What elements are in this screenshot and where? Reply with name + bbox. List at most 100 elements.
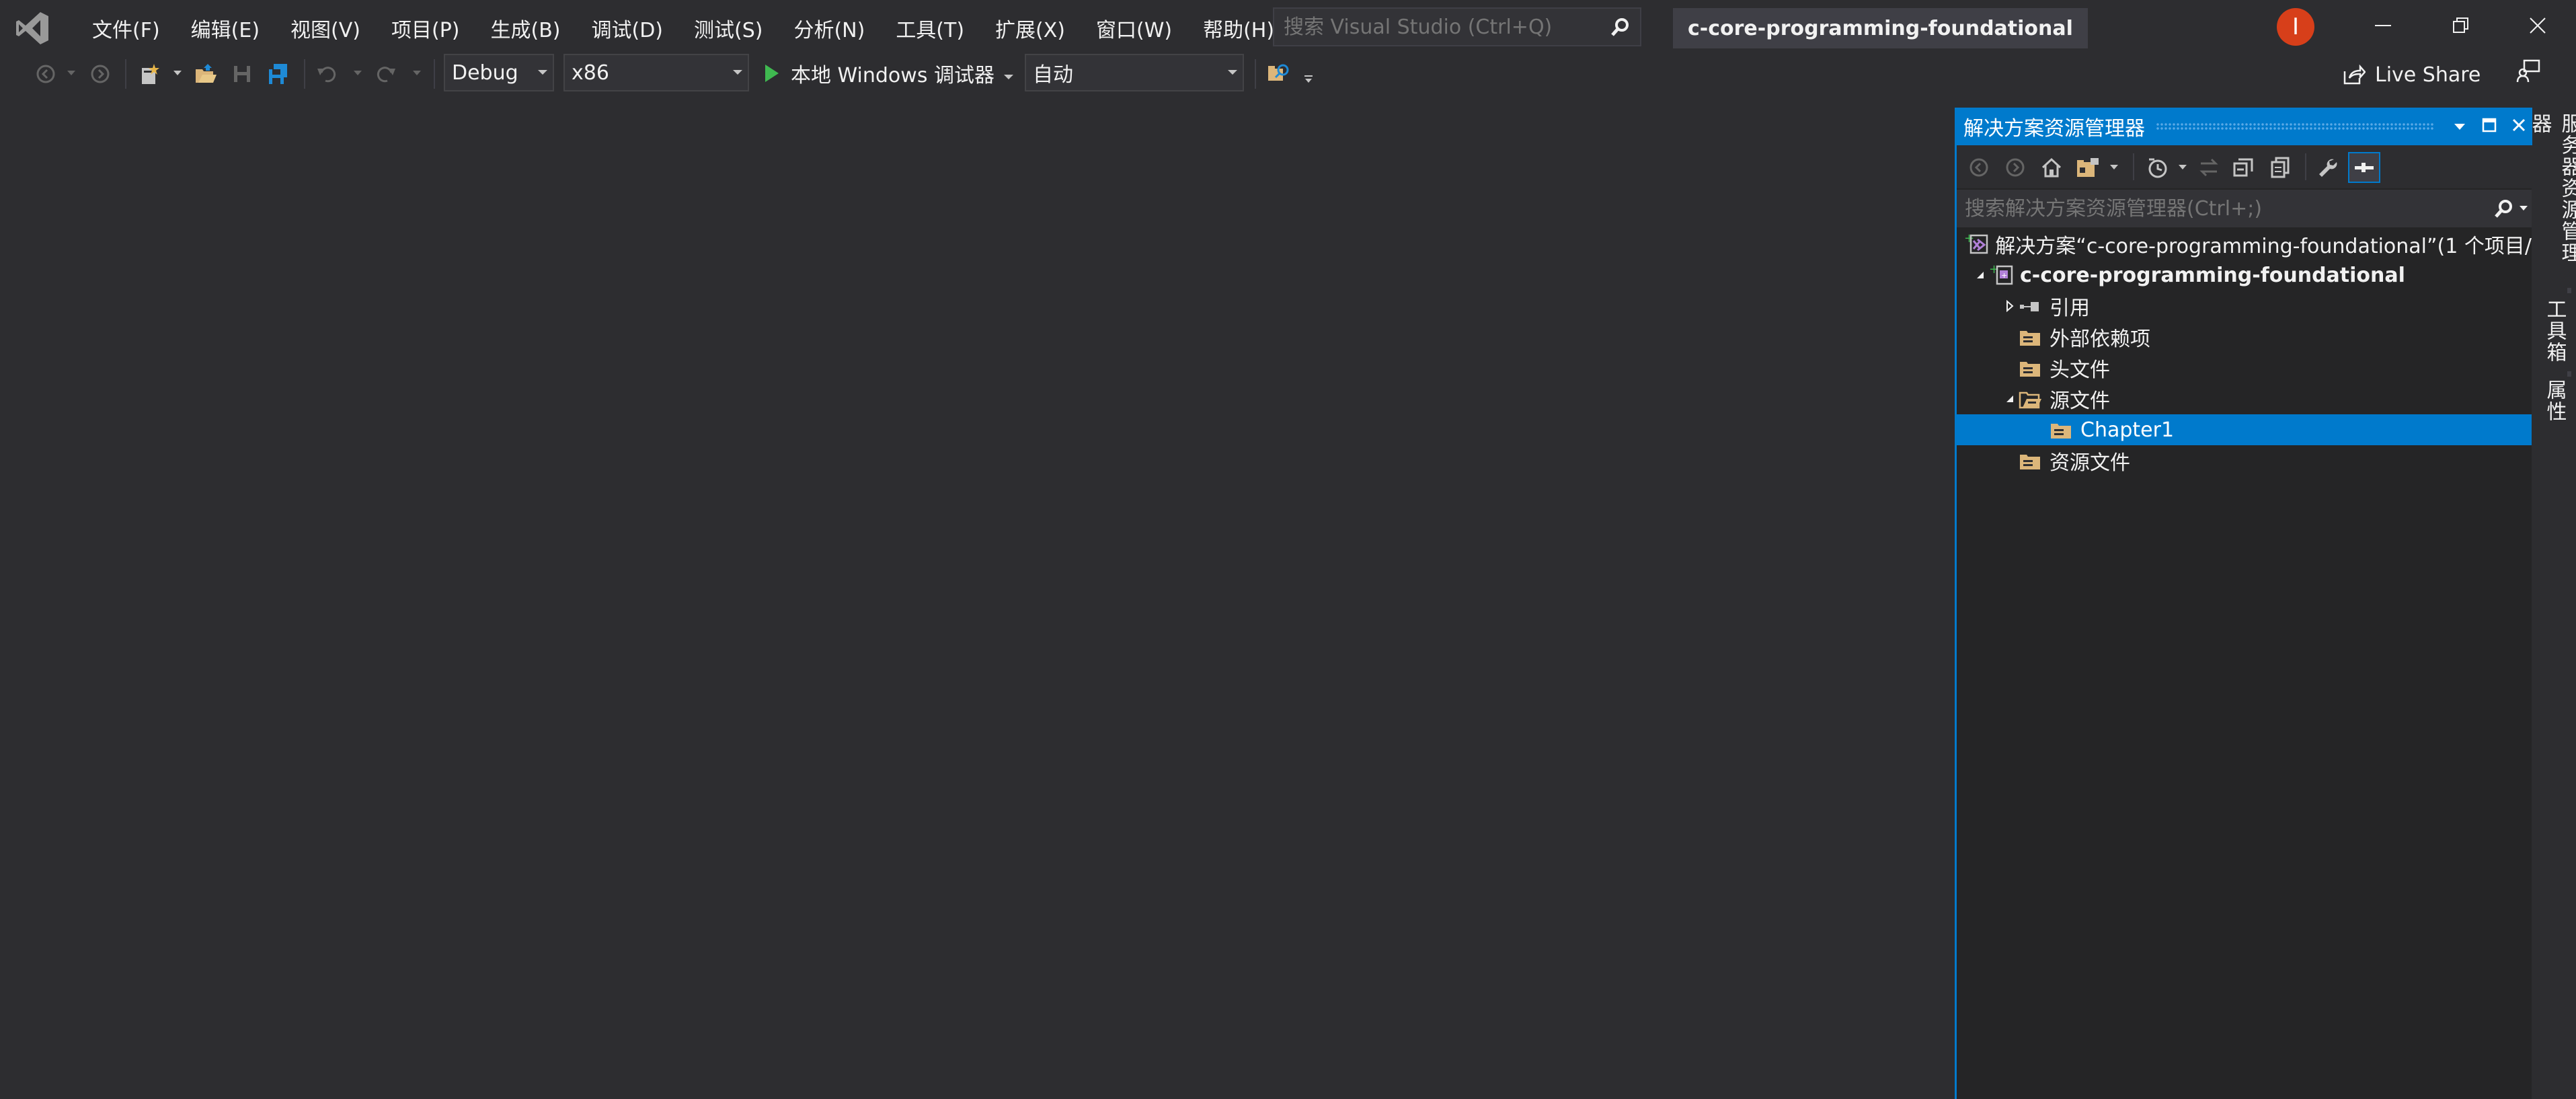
chevron-down-icon	[2454, 120, 2465, 133]
pending-changes-filter-icon[interactable]	[2145, 155, 2171, 180]
chevron-down-icon[interactable]	[2176, 155, 2189, 180]
preview-selected-items-icon[interactable]	[2348, 152, 2380, 183]
tab-divider	[2567, 288, 2571, 293]
menu-build[interactable]: 生成(B)	[475, 0, 576, 56]
menu-extensions[interactable]: 扩展(X)	[980, 0, 1081, 56]
minimize-button[interactable]	[2345, 0, 2421, 54]
solution-platform-dropdown[interactable]: x86	[563, 54, 749, 91]
panel-drag-grip[interactable]	[2156, 122, 2434, 130]
save-all-icon[interactable]	[266, 62, 290, 86]
restore-button[interactable]	[2423, 0, 2499, 54]
feedback-icon[interactable]	[2516, 59, 2540, 83]
find-in-files-icon[interactable]	[1267, 62, 1291, 86]
toolbar-separator	[2133, 153, 2134, 180]
tree-item-external-dependencies[interactable]: 外部依赖项	[1957, 321, 2532, 352]
save-icon[interactable]	[230, 62, 254, 86]
collapsed-arrow-icon[interactable]	[2001, 291, 2019, 321]
expanded-arrow-icon[interactable]	[1972, 260, 1989, 291]
tree-item-resource-files[interactable]: 资源文件	[1957, 445, 2532, 476]
tree-item-source-files[interactable]: 源文件	[1957, 383, 2532, 414]
home-icon[interactable]	[2039, 155, 2064, 180]
navigate-forward-icon[interactable]	[88, 62, 112, 86]
menu-window[interactable]: 窗口(W)	[1081, 0, 1187, 56]
vs-search-input[interactable]	[1274, 14, 1601, 40]
visual-studio-logo-icon	[13, 9, 51, 47]
start-debugging-button[interactable]: 本地 Windows 调试器	[758, 56, 1013, 90]
svg-text:+: +	[2001, 271, 2007, 280]
tab-toolbox[interactable]: 工具箱	[2532, 296, 2576, 366]
redo-icon[interactable]	[374, 62, 398, 86]
solution-explorer-search-input[interactable]	[1957, 196, 2493, 221]
live-share-label: Live Share	[2375, 63, 2481, 87]
debug-target-dropdown[interactable]: 自动	[1025, 54, 1244, 91]
menu-edit[interactable]: 编辑(E)	[175, 0, 275, 56]
references-icon	[2019, 294, 2043, 318]
live-share-button[interactable]: Live Share	[2343, 58, 2481, 91]
toolbar-separator	[304, 59, 305, 89]
tree-item-chapter1[interactable]: Chapter1	[1957, 414, 2532, 445]
solution-explorer-header[interactable]: 解决方案资源管理器	[1957, 108, 2534, 145]
navigate-back-icon[interactable]	[34, 62, 58, 86]
solution-configuration-dropdown[interactable]: Debug	[444, 54, 554, 91]
cpp-project-icon: + +	[1989, 263, 2013, 287]
debug-target-value: 自动	[1033, 63, 1073, 87]
tree-item-label: Chapter1	[2080, 418, 2175, 442]
tree-item-label: 引用	[2050, 297, 2090, 320]
menu-analyze[interactable]: 分析(N)	[778, 0, 880, 56]
chevron-down-icon[interactable]	[352, 67, 363, 80]
collapse-all-icon[interactable]	[2231, 155, 2257, 180]
chevron-down-icon	[533, 70, 553, 75]
tab-properties[interactable]: 属性	[2532, 377, 2576, 433]
forward-icon[interactable]	[2002, 155, 2028, 180]
toolbar-separator	[125, 59, 126, 89]
search-icon[interactable]	[2493, 198, 2515, 219]
solution-explorer-panel: 解决方案资源管理器 搜索解决方案资源管理器(Ctrl+;) + 解决方案“c-c…	[1955, 108, 2534, 1099]
chevron-down-icon[interactable]	[66, 67, 77, 80]
toolbar-overflow-icon[interactable]	[1303, 73, 1314, 86]
switch-views-icon[interactable]	[2075, 155, 2101, 180]
chevron-down-icon	[1222, 70, 1243, 75]
tab-label: 服务器资源管理器	[2528, 113, 2576, 264]
tree-item-header-files[interactable]: 头文件	[1957, 352, 2532, 383]
tab-server-explorer[interactable]: 服务器资源管理器	[2528, 110, 2576, 281]
properties-wrench-icon[interactable]	[2314, 155, 2340, 180]
tab-label: 属性	[2542, 379, 2567, 422]
user-avatar[interactable]: I	[2277, 8, 2314, 46]
solution-explorer-search-box[interactable]	[1957, 190, 2532, 227]
chevron-down-icon[interactable]	[1004, 62, 1013, 85]
menu-test[interactable]: 测试(S)	[678, 0, 778, 56]
toolbar-separator	[2305, 153, 2306, 180]
panel-maximize-button[interactable]	[2474, 108, 2504, 145]
show-all-files-icon[interactable]	[2267, 155, 2293, 180]
tree-item-references[interactable]: 引用	[1957, 291, 2532, 321]
vs-search-box[interactable]	[1273, 7, 1641, 46]
chevron-down-icon[interactable]	[412, 67, 422, 80]
back-icon[interactable]	[1966, 155, 1992, 180]
menu-file[interactable]: 文件(F)	[77, 0, 175, 56]
sync-with-active-document-icon[interactable]	[2196, 155, 2222, 180]
menu-debug[interactable]: 调试(D)	[576, 0, 678, 56]
tree-item-solution[interactable]: + 解决方案“c-core-programming-foundational”(…	[1957, 229, 2532, 260]
chevron-down-icon[interactable]	[2107, 155, 2121, 180]
close-window-button[interactable]	[2500, 0, 2575, 54]
tree-item-label: 源文件	[2050, 389, 2110, 413]
solution-explorer-title: 解决方案资源管理器	[1963, 117, 2145, 141]
tree-item-label: 资源文件	[2050, 451, 2130, 475]
filter-folder-icon	[2019, 356, 2043, 380]
tree-item-label: 外部依赖项	[2050, 328, 2150, 351]
menu-tools[interactable]: 工具(T)	[880, 0, 980, 56]
toolbar-separator	[1255, 59, 1256, 89]
undo-icon[interactable]	[315, 62, 339, 86]
panel-menu-button[interactable]	[2445, 108, 2474, 145]
menu-view[interactable]: 视图(V)	[275, 0, 376, 56]
menu-project[interactable]: 项目(P)	[376, 0, 475, 56]
new-project-icon[interactable]	[137, 62, 161, 86]
tree-item-label: 解决方案“c-core-programming-foundational”(1 …	[1995, 235, 2532, 258]
maximize-icon	[2482, 118, 2497, 135]
open-file-icon[interactable]	[194, 62, 218, 86]
tab-divider	[2567, 371, 2571, 377]
tree-item-project[interactable]: + + c-core-programming-foundational	[1957, 260, 2532, 291]
expanded-arrow-icon[interactable]	[2001, 383, 2019, 414]
search-icon[interactable]	[1601, 9, 1640, 45]
chevron-down-icon[interactable]	[172, 67, 183, 80]
